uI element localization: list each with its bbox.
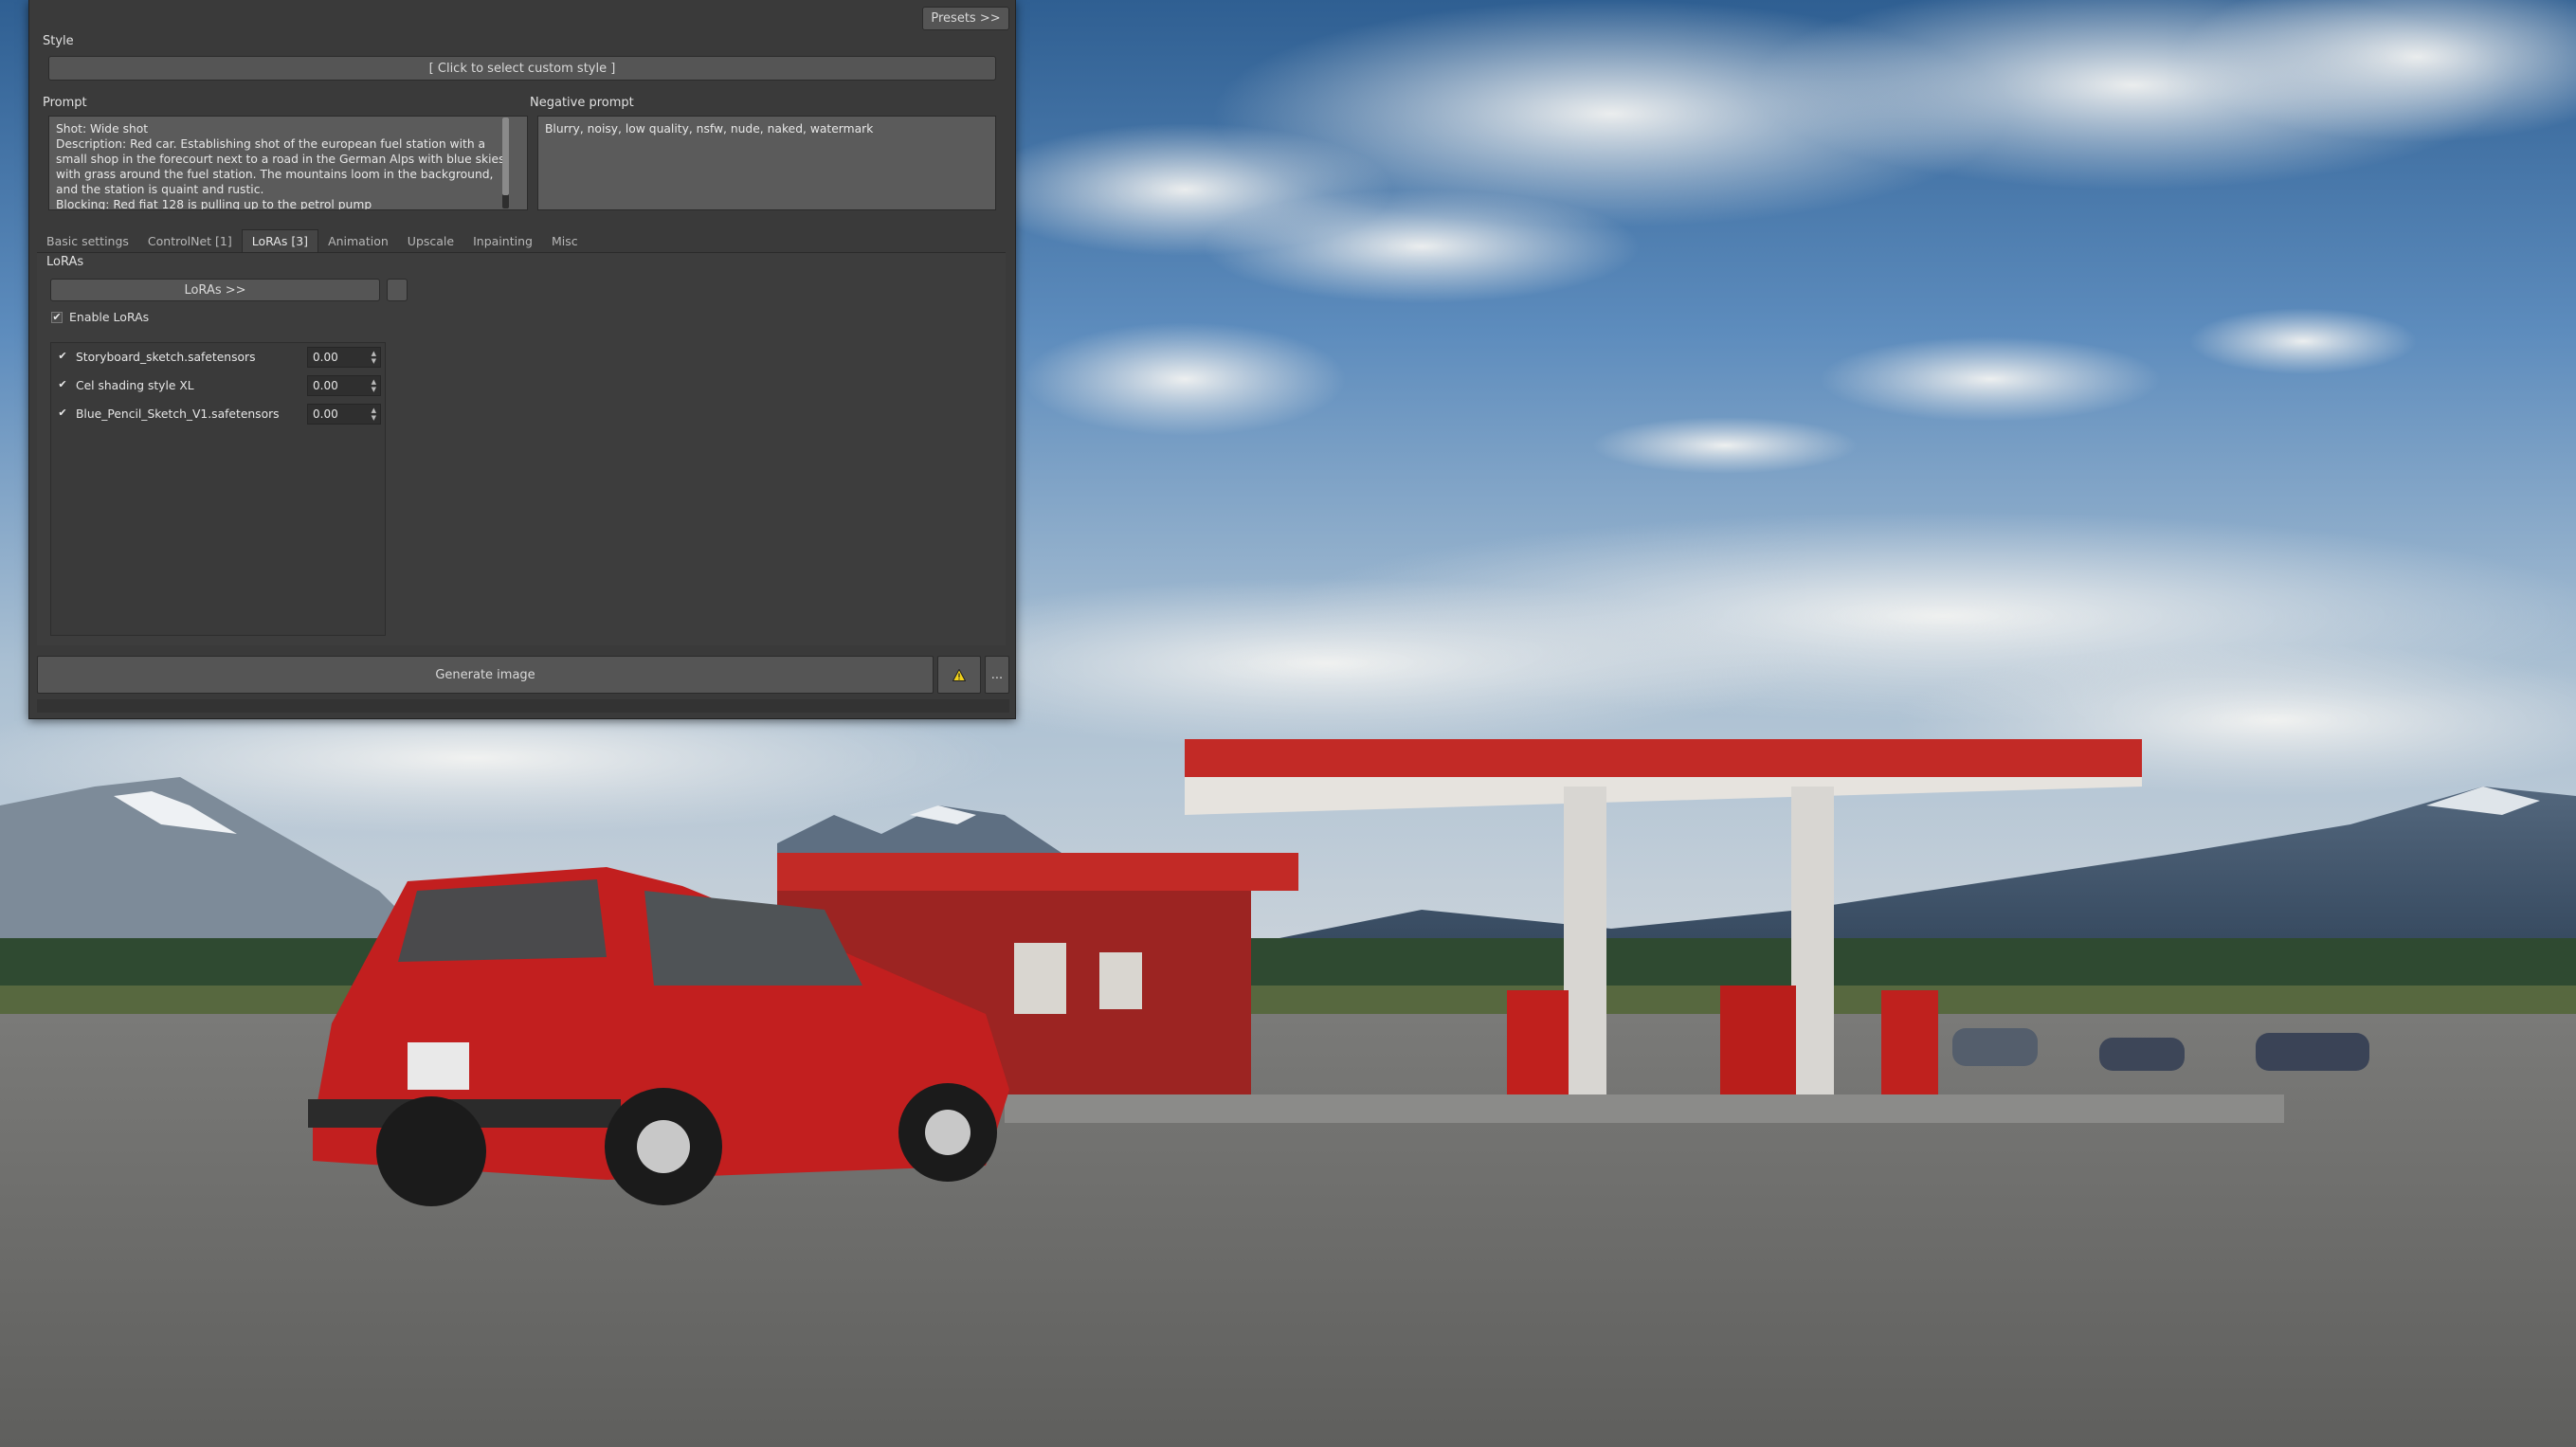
- warning-icon: [952, 668, 966, 681]
- tab-loras[interactable]: LoRAs [3]: [241, 229, 319, 252]
- status-strip: [37, 699, 1009, 713]
- enable-loras-checkbox[interactable]: ✔: [51, 312, 63, 323]
- lora-checkbox[interactable]: ✔: [57, 379, 68, 391]
- lora-weight-spinbox[interactable]: 0.00 ▲ ▼: [307, 375, 381, 396]
- lora-weight-spinbox[interactable]: 0.00 ▲ ▼: [307, 404, 381, 425]
- lora-weight-value: 0.00: [313, 407, 338, 421]
- settings-tabs: Basic settings ControlNet [1] LoRAs [3] …: [37, 229, 588, 252]
- lora-name: Storyboard_sketch.safetensors: [76, 351, 256, 364]
- tab-inpainting[interactable]: Inpainting: [463, 229, 542, 252]
- generate-bar: Generate image ...: [37, 656, 1009, 694]
- loras-button[interactable]: LoRAs >>: [50, 279, 380, 301]
- prompt-scrollbar[interactable]: [502, 118, 509, 208]
- warning-button[interactable]: [937, 656, 981, 694]
- negative-prompt-label: Negative prompt: [530, 96, 634, 110]
- loras-section-label: LoRAs: [46, 255, 84, 269]
- spin-arrows-icon[interactable]: ▲ ▼: [372, 350, 376, 365]
- tab-animation[interactable]: Animation: [318, 229, 398, 252]
- prompt-label: Prompt: [43, 96, 87, 110]
- lora-checkbox[interactable]: ✔: [57, 407, 68, 420]
- generation-panel: Presets >> Style [ Click to select custo…: [28, 0, 1016, 719]
- lora-row: ✔ Blue_Pencil_Sketch_V1.safetensors 0.00…: [51, 402, 387, 426]
- lora-row: ✔ Cel shading style XL 0.00 ▲ ▼: [51, 373, 387, 398]
- tab-misc[interactable]: Misc: [542, 229, 588, 252]
- loras-tab-pane: LoRAs LoRAs >> ✔ Enable LoRAs ✔ Storyboa…: [37, 252, 1006, 645]
- spin-arrows-icon[interactable]: ▲ ▼: [372, 378, 376, 393]
- loras-extra-button[interactable]: [387, 279, 408, 301]
- lora-row: ✔ Storyboard_sketch.safetensors 0.00 ▲ ▼: [51, 345, 387, 370]
- tab-basic-settings[interactable]: Basic settings: [37, 229, 138, 252]
- lora-name: Blue_Pencil_Sketch_V1.safetensors: [76, 407, 280, 421]
- prompt-scrollbar-thumb[interactable]: [502, 118, 509, 195]
- generate-image-button[interactable]: Generate image: [37, 656, 934, 694]
- lora-name: Cel shading style XL: [76, 379, 194, 392]
- lora-weight-value: 0.00: [313, 351, 338, 364]
- custom-style-button[interactable]: [ Click to select custom style ]: [48, 56, 996, 81]
- negative-prompt-textarea[interactable]: Blurry, noisy, low quality, nsfw, nude, …: [537, 116, 996, 210]
- tab-upscale[interactable]: Upscale: [398, 229, 463, 252]
- more-options-button[interactable]: ...: [985, 656, 1009, 694]
- lora-weight-value: 0.00: [313, 379, 338, 392]
- enable-loras-label: Enable LoRAs: [69, 310, 150, 324]
- lora-list: ✔ Storyboard_sketch.safetensors 0.00 ▲ ▼ …: [50, 342, 386, 636]
- lora-weight-spinbox[interactable]: 0.00 ▲ ▼: [307, 347, 381, 368]
- presets-button[interactable]: Presets >>: [922, 7, 1009, 30]
- style-label: Style: [43, 34, 74, 48]
- prompt-textarea[interactable]: Shot: Wide shot Description: Red car. Es…: [48, 116, 528, 210]
- tab-controlnet[interactable]: ControlNet [1]: [138, 229, 242, 252]
- lora-checkbox[interactable]: ✔: [57, 351, 68, 363]
- spin-arrows-icon[interactable]: ▲ ▼: [372, 407, 376, 422]
